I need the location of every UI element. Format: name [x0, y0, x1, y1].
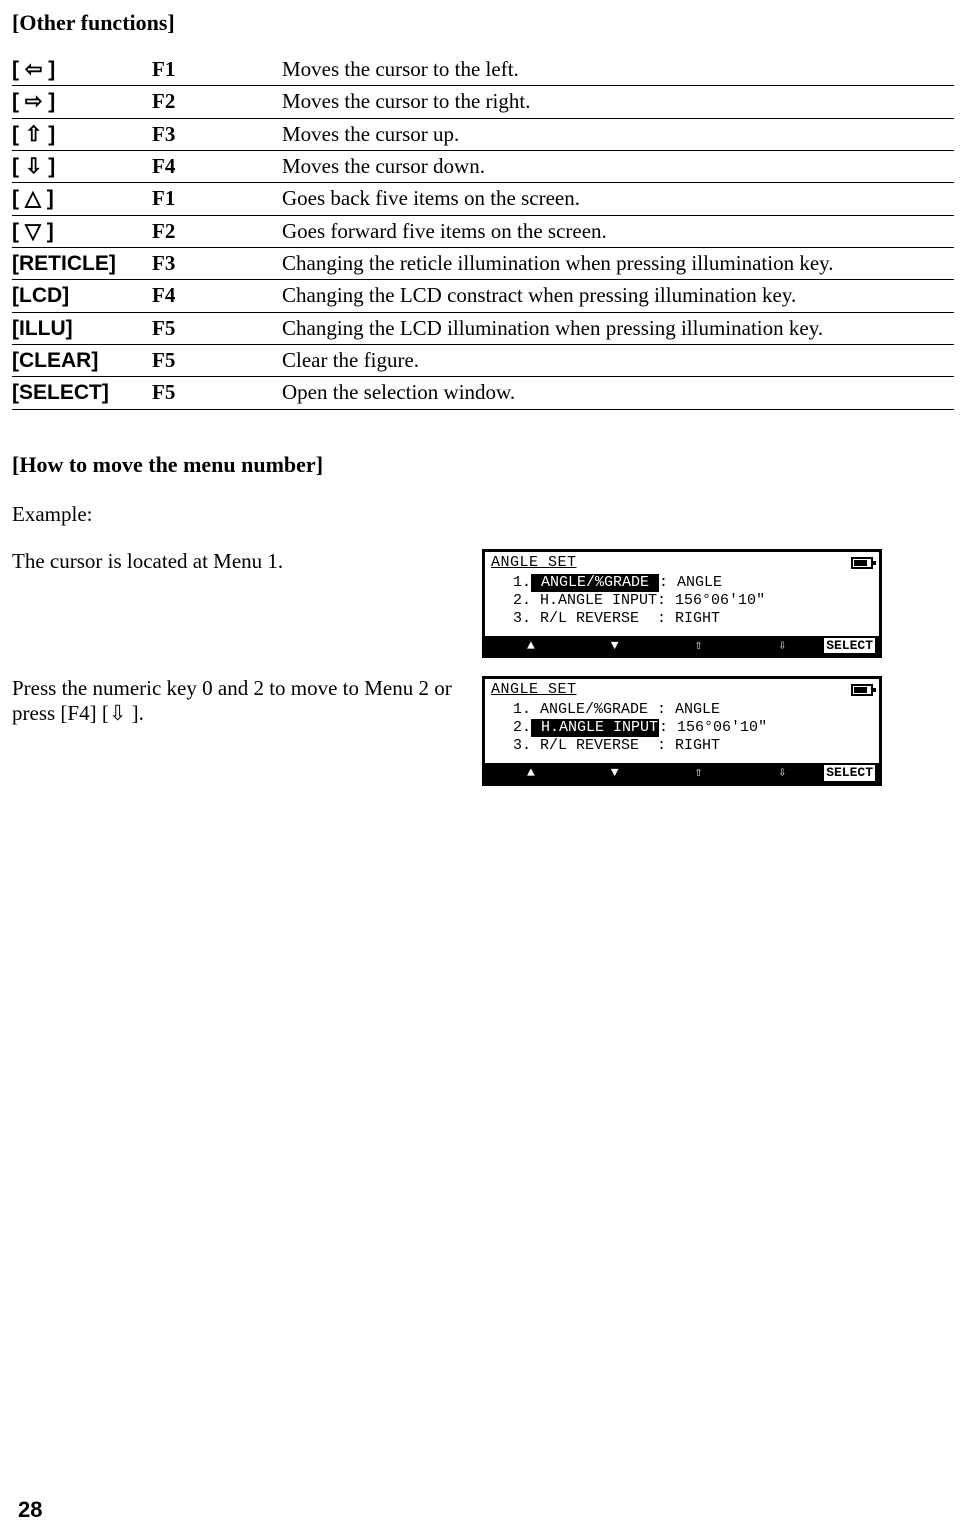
table-row: [CLEAR]F5Clear the figure. [12, 345, 954, 377]
func-desc: Moves the cursor to the left. [282, 54, 954, 86]
func-label: [ ⇨ ] [12, 86, 152, 118]
func-label: [ ▽ ] [12, 215, 152, 247]
lcd-row-value: : ANGLE [657, 701, 720, 719]
table-row: [ ⇦ ]F1Moves the cursor to the left. [12, 54, 954, 86]
softkey-cursor-up-icon [657, 638, 741, 654]
func-key: F3 [152, 248, 282, 280]
step-1-row: The cursor is located at Menu 1. ANGLE S… [12, 549, 954, 659]
func-desc: Moves the cursor up. [282, 118, 954, 150]
func-key: F5 [152, 377, 282, 409]
table-row: [LCD]F4Changing the LCD constract when p… [12, 280, 954, 312]
lcd-row-value: : RIGHT [657, 737, 720, 755]
section-move-menu-heading: [How to move the menu number] [12, 452, 954, 478]
table-row: [ △ ]F1Goes back five items on the scree… [12, 183, 954, 215]
lcd-row-num: 3. [495, 737, 531, 755]
softkey-select: SELECT [824, 638, 875, 654]
func-label: [CLEAR] [12, 345, 152, 377]
softkey-cursor-down-icon [740, 638, 824, 654]
lcd-screen-1: ANGLE SET 1. ANGLE/%GRADE : ANGLE 2. H.A… [482, 549, 882, 659]
lcd-title: ANGLE SET [491, 554, 577, 572]
softkey-cursor-down-icon [740, 765, 824, 781]
func-label: [LCD] [12, 280, 152, 312]
softkey-select: SELECT [824, 765, 875, 781]
lcd-row-num: 2. [495, 719, 531, 737]
func-key: F5 [152, 312, 282, 344]
table-row: [ ⇧ ]F3Moves the cursor up. [12, 118, 954, 150]
func-key: F1 [152, 183, 282, 215]
lcd-row-label: ANGLE/%GRADE [531, 574, 659, 592]
func-key: F5 [152, 345, 282, 377]
func-key: F2 [152, 215, 282, 247]
step-2-row: Press the numeric key 0 and 2 to move to… [12, 676, 954, 786]
func-label: [SELECT] [12, 377, 152, 409]
func-label: [ILLU] [12, 312, 152, 344]
func-desc: Changing the LCD constract when pressing… [282, 280, 954, 312]
softkey-page-down-icon [573, 638, 657, 654]
lcd-screen-2: ANGLE SET 1. ANGLE/%GRADE : ANGLE 2. H.A… [482, 676, 882, 786]
softkey-page-up-icon [489, 765, 573, 781]
func-desc: Goes back five items on the screen. [282, 183, 954, 215]
func-key: F3 [152, 118, 282, 150]
func-desc: Clear the figure. [282, 345, 954, 377]
lcd-menu-row: 3. R/L REVERSE : RIGHT [495, 737, 869, 755]
table-row: [ ▽ ]F2Goes forward five items on the sc… [12, 215, 954, 247]
lcd-row-value: : 156°06'10" [659, 719, 767, 737]
lcd-row-num: 1. [495, 574, 531, 592]
lcd-row-label: R/L REVERSE [531, 737, 657, 755]
lcd-row-value: : RIGHT [657, 610, 720, 628]
lcd-title: ANGLE SET [491, 681, 577, 699]
func-label: [ △ ] [12, 183, 152, 215]
func-label: [ ⇧ ] [12, 118, 152, 150]
func-label: [ ⇩ ] [12, 151, 152, 183]
func-desc: Changing the LCD illumination when press… [282, 312, 954, 344]
table-row: [RETICLE]F3Changing the reticle illumina… [12, 248, 954, 280]
lcd-row-label: H.ANGLE INPUT [531, 592, 657, 610]
lcd-row-label: H.ANGLE INPUT [531, 719, 659, 737]
func-desc: Changing the reticle illumination when p… [282, 248, 954, 280]
func-desc: Moves the cursor down. [282, 151, 954, 183]
section-other-functions-heading: [Other functions] [12, 10, 954, 36]
softkey-page-up-icon [489, 638, 573, 654]
lcd-menu-row: 2. H.ANGLE INPUT: 156°06'10" [495, 592, 869, 610]
battery-icon [851, 557, 873, 569]
lcd-menu-row: 2. H.ANGLE INPUT: 156°06'10" [495, 719, 869, 737]
softkey-page-down-icon [573, 765, 657, 781]
lcd-row-num: 1. [495, 701, 531, 719]
lcd-row-value: : ANGLE [659, 574, 722, 592]
lcd-row-value: : 156°06'10" [657, 592, 765, 610]
step-1-text: The cursor is located at Menu 1. [12, 549, 482, 574]
lcd-menu-row: 1. ANGLE/%GRADE : ANGLE [495, 701, 869, 719]
table-row: [ILLU]F5Changing the LCD illumination wh… [12, 312, 954, 344]
table-row: [ ⇩ ]F4Moves the cursor down. [12, 151, 954, 183]
lcd-softkey-bar: SELECT [485, 636, 879, 656]
func-key: F4 [152, 151, 282, 183]
func-desc: Goes forward five items on the screen. [282, 215, 954, 247]
func-desc: Open the selection window. [282, 377, 954, 409]
step-2-text: Press the numeric key 0 and 2 to move to… [12, 676, 482, 726]
table-row: [SELECT]F5Open the selection window. [12, 377, 954, 409]
func-key: F4 [152, 280, 282, 312]
lcd-menu-row: 1. ANGLE/%GRADE : ANGLE [495, 574, 869, 592]
softkey-cursor-up-icon [657, 765, 741, 781]
functions-table: [ ⇦ ]F1Moves the cursor to the left.[ ⇨ … [12, 54, 954, 410]
lcd-row-num: 3. [495, 610, 531, 628]
lcd-row-label: ANGLE/%GRADE [531, 701, 657, 719]
func-desc: Moves the cursor to the right. [282, 86, 954, 118]
lcd-row-label: R/L REVERSE [531, 610, 657, 628]
page-number: 28 [18, 1497, 42, 1523]
table-row: [ ⇨ ]F2Moves the cursor to the right. [12, 86, 954, 118]
func-label: [RETICLE] [12, 248, 152, 280]
lcd-menu-row: 3. R/L REVERSE : RIGHT [495, 610, 869, 628]
func-label: [ ⇦ ] [12, 54, 152, 86]
lcd-softkey-bar: SELECT [485, 763, 879, 783]
battery-icon [851, 684, 873, 696]
lcd-row-num: 2. [495, 592, 531, 610]
example-label: Example: [12, 502, 954, 527]
func-key: F2 [152, 86, 282, 118]
func-key: F1 [152, 54, 282, 86]
